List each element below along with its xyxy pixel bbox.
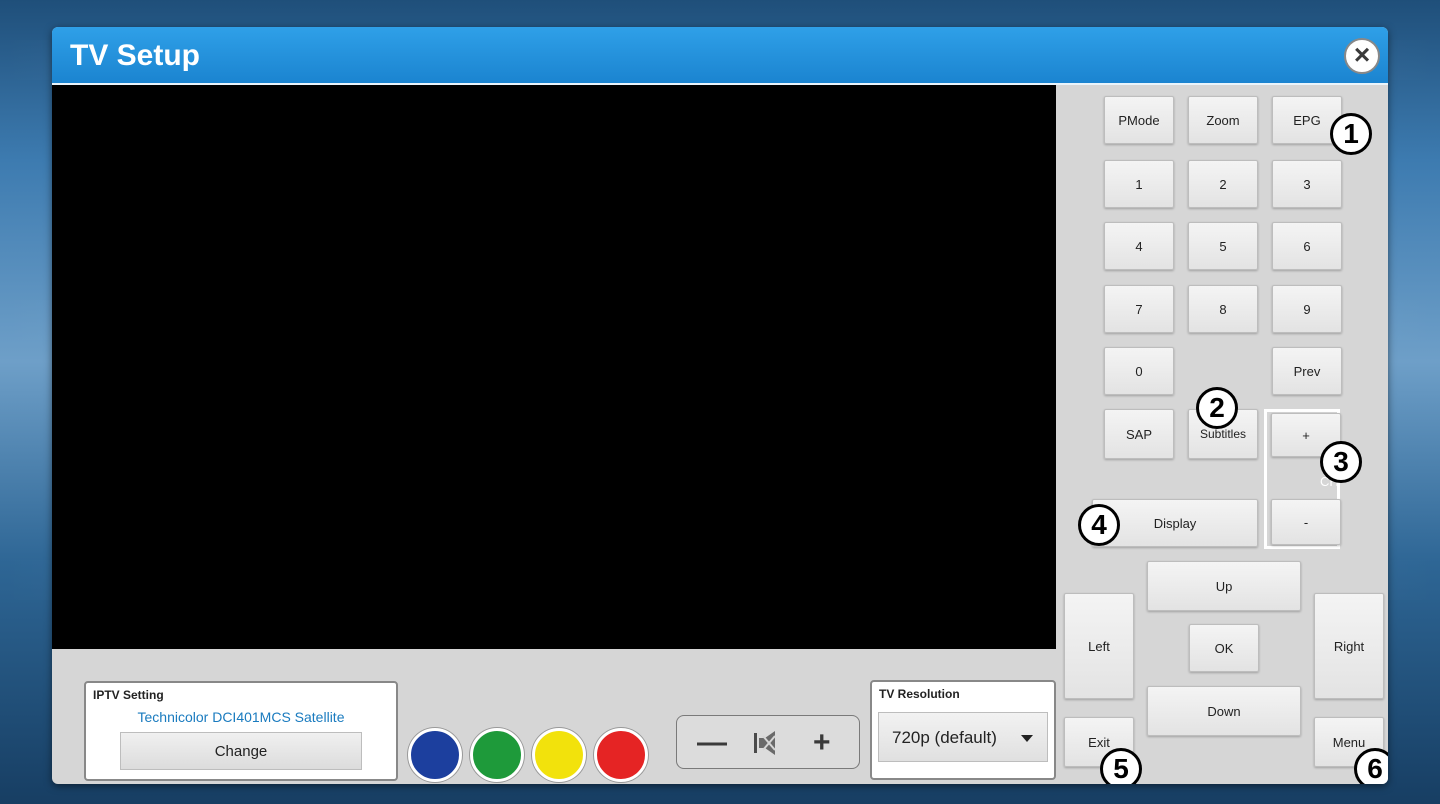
channel-down-button[interactable]: -	[1271, 499, 1341, 545]
digit-9-button[interactable]: 9	[1272, 285, 1342, 333]
yellow-button[interactable]	[532, 728, 586, 782]
callout-badge-3: 3	[1320, 441, 1362, 483]
digit-6-button[interactable]: 6	[1272, 222, 1342, 270]
red-button[interactable]	[594, 728, 648, 782]
iptv-setting-title: IPTV Setting	[93, 688, 164, 702]
volume-control: — +	[676, 715, 860, 769]
change-button[interactable]: Change	[120, 732, 362, 770]
callout-badge-5: 5	[1100, 748, 1142, 784]
iptv-device-name: Technicolor DCI401MCS Satellite	[137, 709, 345, 725]
video-preview	[52, 85, 1056, 649]
tv-resolution-panel: TV Resolution 720p (default)	[870, 680, 1056, 780]
digit-2-button[interactable]: 2	[1188, 160, 1258, 208]
prev-button[interactable]: Prev	[1272, 347, 1342, 395]
callout-badge-2: 2	[1196, 387, 1238, 429]
volume-up-button[interactable]: +	[813, 726, 831, 760]
digit-7-button[interactable]: 7	[1104, 285, 1174, 333]
iptv-setting-panel: IPTV Setting Technicolor DCI401MCS Satel…	[84, 681, 398, 781]
resolution-value: 720p (default)	[892, 728, 997, 747]
ok-button[interactable]: OK	[1189, 624, 1259, 672]
up-button[interactable]: Up	[1147, 561, 1301, 611]
zoom-button[interactable]: Zoom	[1188, 96, 1258, 144]
digit-3-button[interactable]: 3	[1272, 160, 1342, 208]
close-button[interactable]: ×	[1344, 38, 1380, 74]
callout-badge-4: 4	[1078, 504, 1120, 546]
pmode-button[interactable]: PMode	[1104, 96, 1174, 144]
digit-1-button[interactable]: 1	[1104, 160, 1174, 208]
digit-4-button[interactable]: 4	[1104, 222, 1174, 270]
blue-button[interactable]	[408, 728, 462, 782]
volume-down-button[interactable]: —	[697, 726, 727, 760]
down-button[interactable]: Down	[1147, 686, 1301, 736]
left-button[interactable]: Left	[1064, 593, 1134, 699]
title-bar: TV Setup ×	[52, 27, 1388, 85]
resolution-select[interactable]: 720p (default)	[878, 712, 1048, 762]
green-button[interactable]	[470, 728, 524, 782]
sap-button[interactable]: SAP	[1104, 409, 1174, 459]
close-icon: ×	[1353, 39, 1371, 70]
digit-5-button[interactable]: 5	[1188, 222, 1258, 270]
tv-resolution-title: TV Resolution	[879, 687, 960, 701]
digit-0-button[interactable]: 0	[1104, 347, 1174, 395]
callout-badge-1: 1	[1330, 113, 1372, 155]
right-button[interactable]: Right	[1314, 593, 1384, 699]
digit-8-button[interactable]: 8	[1188, 285, 1258, 333]
chevron-down-icon	[1021, 735, 1033, 742]
window-title: TV Setup	[70, 39, 201, 72]
mute-icon[interactable]	[753, 730, 781, 761]
callout-badge-6: 6	[1354, 748, 1388, 784]
tv-setup-window: TV Setup × PMode Zoom EPG 1 2 3 4 5 6 7 …	[52, 27, 1388, 784]
